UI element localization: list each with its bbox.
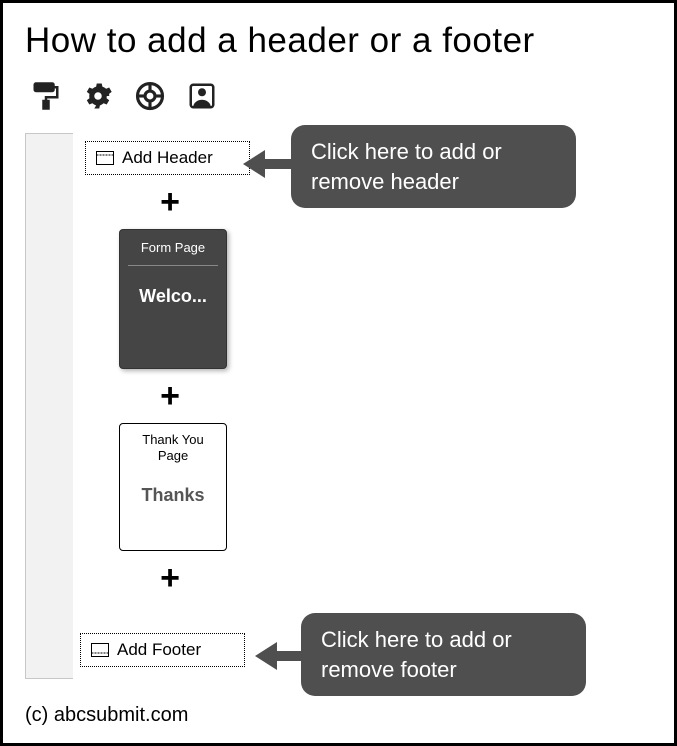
tutorial-frame: How to add a header or a footer [0, 0, 677, 746]
add-page-button-3[interactable]: + [160, 559, 180, 598]
roller-icon[interactable] [31, 81, 61, 111]
page-title: How to add a header or a footer [25, 21, 652, 61]
form-page-card[interactable]: Form Page Welco... [119, 229, 227, 369]
canvas-edge [25, 133, 73, 679]
toolbar [27, 75, 652, 125]
callout-footer: Click here to add or remove footer [301, 613, 586, 696]
callout-header: Click here to add or remove header [291, 125, 576, 208]
help-icon[interactable] [135, 81, 165, 111]
thank-you-content: Thanks [126, 485, 220, 506]
add-header-label: Add Header [122, 148, 213, 168]
page-structure-panel: Add Header + Form Page Welco... + Thank … [25, 125, 255, 685]
copyright-text: (c) abcsubmit.com [25, 704, 188, 727]
footer-slot-icon [91, 643, 109, 657]
add-page-button-1[interactable]: + [160, 183, 180, 222]
header-slot-icon [96, 151, 114, 165]
thank-you-label: Thank You Page [126, 432, 220, 463]
add-footer-label: Add Footer [117, 640, 201, 660]
thank-you-page-card[interactable]: Thank You Page Thanks [119, 423, 227, 551]
form-page-label: Form Page [128, 240, 218, 265]
gear-icon[interactable] [83, 81, 113, 111]
add-page-button-2[interactable]: + [160, 377, 180, 416]
user-icon[interactable] [187, 81, 217, 111]
add-footer-button[interactable]: Add Footer [80, 633, 245, 667]
add-header-button[interactable]: Add Header [85, 141, 250, 175]
form-page-content: Welco... [128, 286, 218, 307]
